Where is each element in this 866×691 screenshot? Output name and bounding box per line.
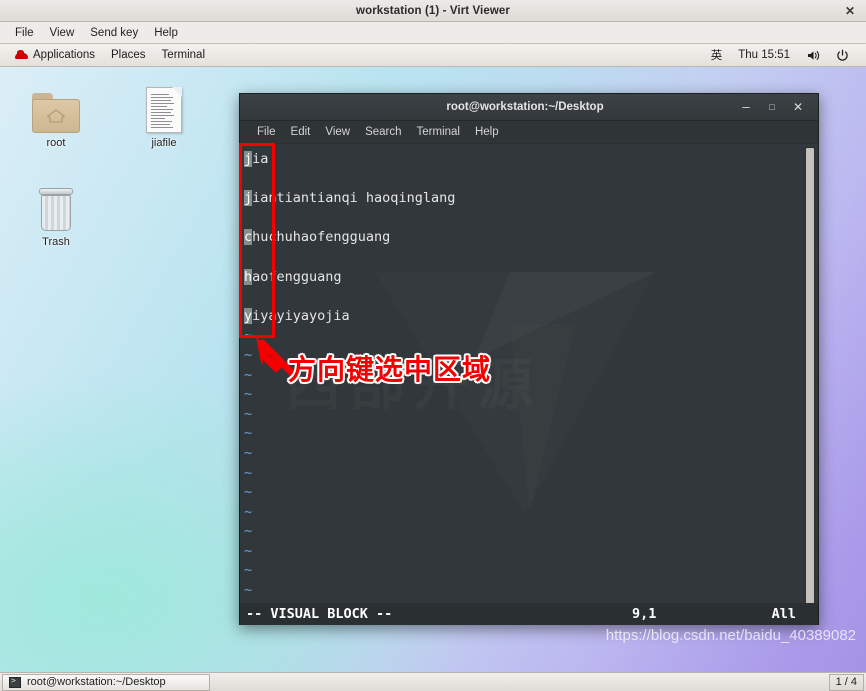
clock[interactable]: Thu 15:51	[731, 47, 797, 63]
menu-help[interactable]: Help	[147, 25, 185, 41]
desktop-icon-label: jiafile	[151, 137, 177, 149]
terminal-menu-view[interactable]: View	[318, 124, 357, 140]
desktop-icon-root[interactable]: root	[14, 81, 98, 149]
vim-line-text: huchuhaofengguang	[252, 229, 391, 246]
vim-scroll-percent: All	[771, 606, 796, 622]
terminal-menu-search[interactable]: Search	[358, 124, 408, 140]
volume-icon[interactable]	[799, 47, 827, 64]
desktop-icon-label: root	[46, 137, 66, 149]
maximize-icon[interactable]: □	[766, 101, 778, 113]
applications-menu[interactable]: Applications	[7, 47, 103, 63]
vim-empty-line-marker: ~	[244, 484, 253, 501]
desktop-icon-trash[interactable]: Trash	[14, 180, 98, 248]
vim-mode-indicator: -- VISUAL BLOCK --	[246, 606, 393, 622]
annotation-label: 方向键选中区域	[288, 353, 492, 386]
vim-empty-line-marker: ~	[244, 503, 253, 520]
vim-cursor-position: 9,1	[632, 606, 657, 622]
vim-line	[244, 287, 818, 307]
vim-empty-line-marker: ~	[244, 425, 253, 442]
vim-line-text	[244, 171, 252, 187]
vim-visual-block-cell: c	[244, 229, 253, 246]
vim-empty-line-marker: ~	[244, 464, 253, 481]
vim-empty-line-marker: ~	[244, 582, 253, 599]
terminal-title: root@workstation:~/Desktop	[446, 101, 604, 113]
vim-empty-line-marker: ~	[244, 386, 253, 403]
vim-line-text	[244, 288, 252, 304]
vim-visual-block-cell: j	[244, 151, 253, 167]
applications-menu-label: Applications	[33, 49, 96, 61]
taskbar-window-label: root@workstation:~/Desktop	[27, 676, 166, 688]
vim-line: haofengguang	[244, 268, 818, 288]
terminal-menu-edit[interactable]: Edit	[284, 124, 318, 140]
close-icon[interactable]: ✕	[842, 3, 858, 19]
virt-viewer-menubar: File View Send key Help	[0, 22, 866, 44]
input-method-indicator[interactable]: 英	[704, 45, 730, 65]
csdn-watermark: https://blog.csdn.net/baidu_40389082	[605, 627, 856, 644]
minimize-icon[interactable]: –	[740, 100, 752, 113]
menu-send-key[interactable]: Send key	[83, 25, 145, 41]
vim-line: chuchuhaofengguang	[244, 228, 818, 248]
vim-line-text: iyayiyayojia	[252, 307, 350, 324]
vim-line-text: ia	[252, 151, 269, 167]
taskbar-window-button[interactable]: root@workstation:~/Desktop	[2, 673, 210, 691]
terminal-menubar: File Edit View Search Terminal Help	[240, 121, 818, 144]
desktop-icon-label: Trash	[42, 236, 70, 248]
vim-line: yiyayiyayojia	[244, 307, 818, 327]
close-icon[interactable]: ✕	[792, 101, 804, 113]
places-menu[interactable]: Places	[103, 47, 154, 63]
vim-line-text: aofengguang	[252, 268, 342, 285]
desktop-icon-jiafile[interactable]: jiafile	[122, 81, 206, 149]
vim-line-text: iantiantianqi haoqinglang	[252, 190, 456, 207]
vim-empty-line-marker: ~	[244, 523, 253, 540]
redhat-logo-icon	[15, 49, 28, 61]
text-document-icon	[122, 81, 206, 133]
vim-line-text	[244, 210, 252, 226]
power-icon[interactable]	[829, 47, 856, 64]
vim-line: jia	[244, 150, 818, 170]
vim-visual-block-cell: y	[244, 307, 253, 324]
vim-empty-line-marker: ~	[244, 327, 253, 344]
vim-line	[244, 248, 818, 268]
places-menu-label: Places	[111, 49, 146, 61]
vim-empty-line-marker: ~	[244, 405, 253, 422]
trash-can-icon	[14, 180, 98, 232]
home-folder-icon	[14, 81, 98, 133]
menu-file[interactable]: File	[8, 25, 41, 41]
menu-view[interactable]: View	[43, 25, 82, 41]
terminal-menu-file[interactable]: File	[250, 124, 283, 140]
vim-line	[244, 209, 818, 229]
virt-viewer-title: workstation (1) - Virt Viewer	[356, 4, 510, 17]
vim-line: jiantiantianqi haoqinglang	[244, 189, 818, 209]
terminal-menu-help[interactable]: Help	[468, 124, 506, 140]
vim-empty-line-marker: ~	[244, 444, 253, 461]
virt-viewer-titlebar: workstation (1) - Virt Viewer ✕	[0, 0, 866, 22]
terminal-menu-terminal[interactable]: Terminal	[410, 124, 467, 140]
bottom-taskbar: root@workstation:~/Desktop 1 / 4	[0, 672, 866, 691]
terminal-menu-label: Terminal	[161, 49, 206, 61]
screen: workstation (1) - Virt Viewer ✕ File Vie…	[0, 0, 866, 691]
gnome-top-panel: Applications Places Terminal 英 Thu 15:51	[0, 44, 866, 67]
terminal-icon	[9, 676, 21, 688]
vim-status-line: -- VISUAL BLOCK -- 9,1 All	[240, 603, 818, 625]
vim-empty-line-marker: ~	[244, 542, 253, 559]
vim-visual-block-cell: h	[244, 268, 253, 285]
vim-visual-block-cell: j	[244, 190, 253, 207]
terminal-titlebar: root@workstation:~/Desktop – □ ✕	[240, 94, 818, 121]
terminal-menu[interactable]: Terminal	[154, 47, 213, 63]
workspace-switcher[interactable]: 1 / 4	[828, 673, 864, 691]
vim-line	[244, 170, 818, 190]
vim-line-text	[244, 249, 252, 265]
vim-empty-line-marker: ~	[244, 562, 253, 579]
